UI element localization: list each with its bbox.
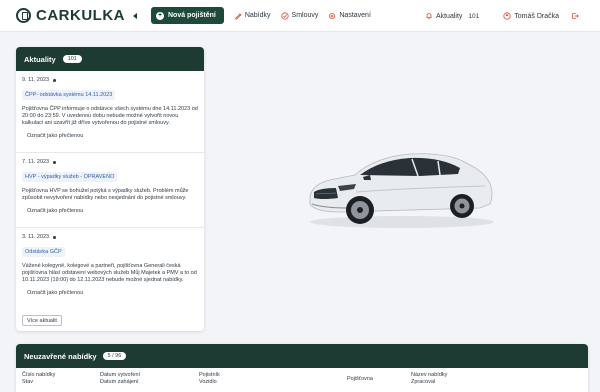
collapse-arrow-icon[interactable] <box>133 12 137 19</box>
nav-contracts[interactable]: Smlouvy <box>280 11 319 20</box>
news-date: 9. 11. 2023 <box>22 77 50 83</box>
news-date: 3. 11. 2023 <box>22 234 50 240</box>
brand-logo[interactable]: CARKULKA <box>16 7 125 24</box>
column-label: Pojišťovna <box>347 376 373 382</box>
news-body: Pojišťovna HVP se bohužel potýká s výpad… <box>22 188 189 201</box>
user-menu[interactable]: Tomáš Dračka <box>503 12 559 20</box>
unread-dot-icon <box>53 235 57 239</box>
news-body: Vážené kolegyně, kolegové a partneři, po… <box>22 263 197 283</box>
news-count: 101 <box>468 12 480 20</box>
news-count-badge: 101 <box>62 55 82 63</box>
mark-read-link[interactable]: Označit jako přečtenou <box>27 133 198 139</box>
news-date-row: 7. 11. 2023 <box>22 159 198 165</box>
open-offers-title: Neuzavřené nabídky <box>24 351 97 361</box>
logout-icon <box>572 13 579 19</box>
news-body: Pojišťovna ČPP informuje o odstávce všec… <box>22 106 198 126</box>
news-tag[interactable]: ČPP- odstávka systému 14.11.2023 <box>22 90 116 100</box>
nav-offers[interactable]: Nabídky <box>234 12 271 20</box>
open-offers-panel: Neuzavřené nabídky 5 / 96 Číslo nabídky … <box>16 344 588 392</box>
mark-read-link[interactable]: Označit jako přečtenou <box>27 290 198 296</box>
nav-news[interactable]: Aktuality 101 <box>425 12 479 20</box>
nav-settings[interactable]: Nastavení <box>328 12 371 20</box>
column-label: Číslo nabídky <box>22 372 56 378</box>
column-header-insurer[interactable]: Pojišťovna <box>347 376 373 383</box>
news-panel-header: Aktuality 101 <box>16 47 204 71</box>
new-insurance-button[interactable]: + Nová pojištění <box>151 7 224 24</box>
column-label: Název nabídky <box>411 372 448 378</box>
column-label: Datum zahájení <box>100 379 139 385</box>
column-header-policyholder[interactable]: Pojistník Vozidlo <box>199 372 220 386</box>
gear-icon <box>329 12 336 19</box>
news-date-row: 9. 11. 2023 <box>22 77 198 83</box>
brand-name: CARKULKA <box>36 7 125 24</box>
check-circle-icon <box>280 11 289 20</box>
column-label: Vozidlo <box>199 379 217 385</box>
column-label: Datum vytvoření <box>100 372 141 378</box>
open-offers-count: 5 / 96 <box>102 352 127 360</box>
top-navigation: CARKULKA + Nová pojištění Nabídky Smlouv… <box>0 0 600 32</box>
news-panel-title: Aktuality <box>24 54 56 64</box>
news-tag[interactable]: HVP - výpadky služeb - OPRAVENO <box>22 172 118 182</box>
nav-news-label: Aktuality <box>435 12 463 20</box>
column-header-offer-name[interactable]: Název nabídky Zpracoval <box>411 372 447 386</box>
unread-dot-icon <box>53 78 57 82</box>
column-header-offer-number[interactable]: Číslo nabídky Stav <box>22 372 55 386</box>
nav-settings-label: Nastavení <box>339 12 371 19</box>
column-label: Zpracoval <box>411 379 436 385</box>
news-date: 7. 11. 2023 <box>22 159 50 165</box>
nav-offers-label: Nabídky <box>244 12 271 19</box>
news-item: 7. 11. 2023 HVP - výpadky služeb - OPRAV… <box>16 153 204 228</box>
bell-icon <box>426 13 432 20</box>
plus-icon: + <box>156 11 164 20</box>
column-header-dates[interactable]: Datum vytvoření Datum zahájení <box>100 372 140 386</box>
logout-button[interactable] <box>571 12 582 20</box>
open-offers-header: Neuzavřené nabídky 5 / 96 <box>16 344 588 368</box>
column-label: Pojistník <box>199 372 220 378</box>
news-panel: Aktuality 101 9. 11. 2023 ČPP- odstávka … <box>16 47 204 331</box>
column-label: Stav <box>22 379 34 385</box>
new-insurance-label: Nová pojištění <box>168 12 216 19</box>
mark-read-link[interactable]: Označit jako přečtenou <box>27 208 198 214</box>
logo-icon <box>16 8 31 23</box>
nav-contracts-label: Smlouvy <box>291 12 319 19</box>
pen-icon <box>234 12 242 20</box>
news-item: 3. 11. 2023 Odstávka GČP Vážené kolegyně… <box>16 228 204 310</box>
unread-dot-icon <box>53 160 57 164</box>
car-image <box>309 153 494 228</box>
user-icon <box>503 12 511 20</box>
more-news-button[interactable]: Více aktualit <box>22 315 62 326</box>
news-tag[interactable]: Odstávka GČP <box>22 247 65 257</box>
user-name: Tomáš Dračka <box>514 12 559 20</box>
news-item: 9. 11. 2023 ČPP- odstávka systému 14.11.… <box>16 71 204 153</box>
news-date-row: 3. 11. 2023 <box>22 234 198 240</box>
